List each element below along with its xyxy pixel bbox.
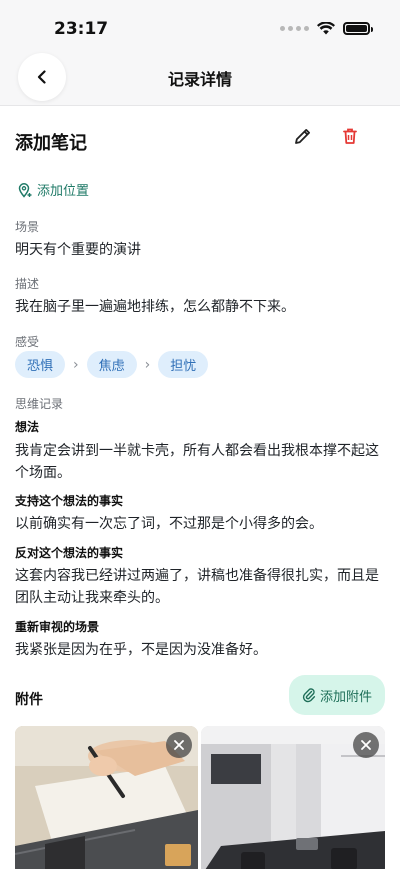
wifi-icon <box>317 22 335 35</box>
description-value: 我在脑子里一遍遍地排练，怎么都静不下来。 <box>15 299 295 315</box>
page-title: 记录详情 <box>167 70 232 89</box>
supporting-facts-value: 以前确实有一次忘了词，不过那是个小得多的会。 <box>15 516 323 532</box>
delete-button[interactable] <box>340 126 360 150</box>
trash-icon <box>343 128 357 144</box>
status-bar: 23:17 <box>0 0 400 50</box>
edit-button[interactable] <box>293 126 313 150</box>
add-location-button[interactable]: 添加位置 <box>17 180 89 199</box>
thought-label: 想法 <box>15 420 40 434</box>
attachment-thumbnail[interactable] <box>201 726 385 869</box>
chevron-right-icon: › <box>73 356 79 373</box>
location-pin-add-icon <box>18 182 32 198</box>
feelings-label: 感受 <box>15 335 40 349</box>
opposing-facts-value: 这套内容我已经讲过两遍了，讲稿也准备得很扎实，而且是团队主动让我来牵头的。 <box>15 568 379 606</box>
battery-icon <box>343 22 373 35</box>
attachments-title: 附件 <box>15 692 43 708</box>
description-label: 描述 <box>15 277 40 291</box>
scene-label: 场景 <box>15 220 40 234</box>
opposing-facts-label: 反对这个想法的事实 <box>15 546 124 560</box>
pencil-icon <box>295 129 310 144</box>
feelings-chips: 恐惧 › 焦虑 › 担忧 <box>15 351 209 378</box>
add-attachment-button[interactable]: 添加附件 <box>288 675 385 715</box>
add-attachment-label: 添加附件 <box>319 689 372 705</box>
thinking-label: 思维记录 <box>15 397 64 411</box>
feeling-chip: 恐惧 <box>15 351 66 378</box>
reframed-scene-value: 我紧张是因为在乎，不是因为没准备好。 <box>15 642 267 658</box>
remove-attachment-button[interactable] <box>166 732 192 758</box>
remove-attachment-button[interactable] <box>353 732 379 758</box>
status-icons <box>280 22 373 35</box>
close-icon <box>361 740 371 750</box>
feeling-chip: 担忧 <box>158 351 209 378</box>
nav-bar: 记录详情 <box>0 50 400 106</box>
scene-value: 明天有个重要的演讲 <box>15 242 141 258</box>
reframed-scene-label: 重新审视的场景 <box>15 620 100 634</box>
record-title-row: 添加笔记 <box>15 129 385 159</box>
chevron-right-icon: › <box>144 356 151 373</box>
supporting-facts-label: 支持这个想法的事实 <box>15 494 124 508</box>
attachment-thumbnail[interactable] <box>15 726 198 869</box>
attachments-header: 附件 添加附件 <box>15 675 385 717</box>
add-location-label: 添加位置 <box>37 184 90 199</box>
signal-icon <box>280 26 309 31</box>
feeling-chip: 焦虑 <box>86 351 137 378</box>
status-time: 23:17 <box>54 19 109 39</box>
thought-value: 我肯定会讲到一半就卡壳，所有人都会看出我根本撑不起这个场面。 <box>15 443 379 481</box>
paperclip-icon <box>302 688 316 703</box>
record-title: 添加笔记 <box>15 133 87 154</box>
close-icon <box>174 740 184 750</box>
